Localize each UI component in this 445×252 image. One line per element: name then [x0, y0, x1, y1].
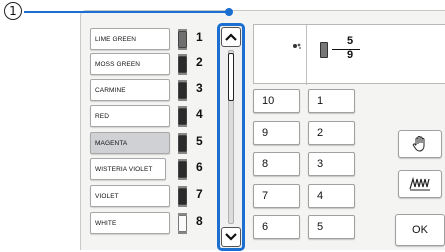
- sort-number-box[interactable]: 3: [308, 152, 355, 176]
- thread-color-name: RED: [90, 105, 170, 127]
- thread-color-name: MAGENTA: [90, 132, 170, 154]
- thread-spool-icon: [178, 133, 187, 154]
- info-divider: [306, 25, 307, 85]
- thread-color-name: MOSS GREEN: [90, 53, 170, 75]
- thread-row-white[interactable]: WHITE 8: [90, 212, 216, 234]
- thread-spool-icon: [178, 54, 187, 75]
- thread-order-number: 3: [196, 81, 203, 95]
- thread-order-number: 4: [196, 107, 203, 121]
- callout-dot: [225, 8, 233, 16]
- callout-number: 1: [4, 2, 22, 20]
- thread-order-number: 5: [196, 134, 203, 148]
- thread-spool-icon: [178, 159, 187, 180]
- thread-order-number: 6: [196, 160, 203, 174]
- thread-row-carmine[interactable]: CARMINE 3: [90, 79, 216, 101]
- scroll-up-button[interactable]: [221, 27, 241, 47]
- thread-row-lime-green[interactable]: LIME GREEN 1: [90, 28, 216, 50]
- sort-number-box[interactable]: 10: [253, 89, 300, 113]
- sort-number-box[interactable]: 7: [253, 184, 300, 208]
- thread-row-wisteria-violet[interactable]: WISTERIA VIOLET 6: [90, 158, 216, 180]
- hand-button[interactable]: [398, 130, 442, 158]
- thread-color-name: LIME GREEN: [90, 28, 170, 50]
- current-color-number: 5: [346, 35, 354, 47]
- thread-row-red[interactable]: RED 4: [90, 105, 216, 127]
- sort-number-box[interactable]: 8: [253, 152, 300, 176]
- thread-order-number: 8: [196, 214, 203, 228]
- thread-color-name: WHITE: [90, 212, 170, 234]
- sort-number-box[interactable]: 9: [253, 121, 300, 145]
- thread-color-name: WISTERIA VIOLET: [90, 158, 166, 180]
- sort-number-box[interactable]: 4: [308, 184, 355, 208]
- pattern-preview-icon: [293, 43, 301, 49]
- sort-number-box[interactable]: 2: [308, 121, 355, 145]
- thread-spool-icon: [178, 29, 187, 50]
- thread-row-violet[interactable]: VIOLET 7: [90, 185, 216, 207]
- thread-spool-icon: [178, 80, 187, 101]
- thread-color-name: CARMINE: [90, 79, 170, 101]
- thread-spool-icon: [178, 186, 187, 207]
- thread-trim-icon: [409, 176, 430, 191]
- scroll-down-button[interactable]: [221, 227, 241, 247]
- current-spool-icon: [320, 42, 328, 58]
- scroll-thumb[interactable]: [228, 53, 234, 101]
- thread-order-number: 1: [196, 30, 203, 44]
- thread-row-magenta[interactable]: MAGENTA 5: [90, 132, 216, 154]
- sort-number-box[interactable]: 5: [308, 215, 355, 239]
- total-color-count: 9: [346, 49, 354, 61]
- embroidery-info-box: 5 9: [253, 24, 445, 85]
- ok-button[interactable]: OK: [395, 214, 445, 246]
- callout-line: [24, 11, 228, 13]
- chevron-up-icon: [225, 33, 237, 41]
- thread-spool-icon: [178, 106, 187, 127]
- hand-icon: [412, 136, 425, 152]
- sort-number-box[interactable]: 6: [253, 215, 300, 239]
- thread-color-name: VIOLET: [90, 185, 170, 207]
- thread-trim-button[interactable]: [398, 170, 442, 198]
- thread-order-number: 2: [196, 55, 203, 69]
- thread-spool-icon: [178, 213, 187, 234]
- chevron-down-icon: [225, 233, 237, 241]
- sort-number-box[interactable]: 1: [308, 89, 355, 113]
- thread-order-number: 7: [196, 187, 203, 201]
- thread-row-moss-green[interactable]: MOSS GREEN 2: [90, 53, 216, 75]
- scroll-track[interactable]: [228, 50, 234, 224]
- thread-list-scrollbar[interactable]: [217, 23, 245, 251]
